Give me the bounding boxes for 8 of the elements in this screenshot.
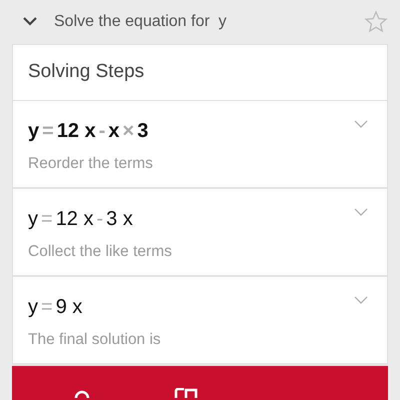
header-title: Solve the equation for y — [54, 12, 228, 32]
equation: y=12 x-3 x — [28, 206, 134, 232]
step-description: Collect the like terms — [28, 242, 173, 262]
step-description: Reorder the terms — [28, 154, 154, 174]
step-description: The final solution is — [28, 330, 162, 350]
equation: y=12 x-x×3 — [28, 118, 150, 144]
section-title: Solving Steps — [13, 45, 387, 100]
equation: y=9 x — [28, 294, 84, 320]
